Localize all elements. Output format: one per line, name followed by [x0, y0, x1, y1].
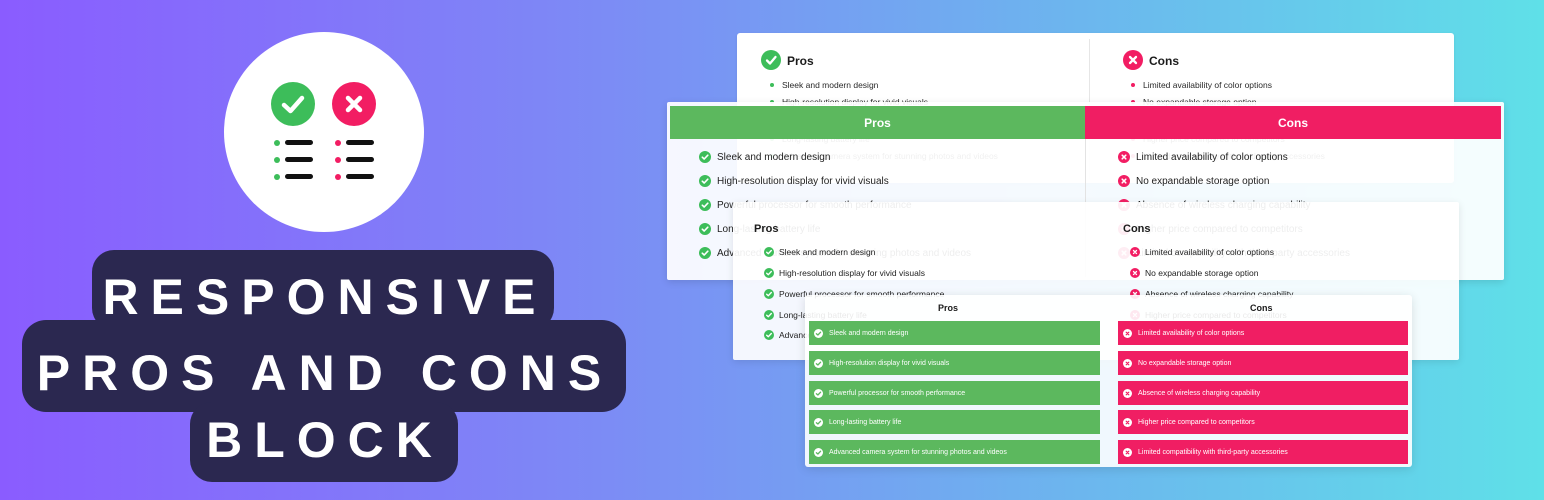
con-row: Higher price compared to competitors [1118, 410, 1408, 434]
list-dot-green [274, 157, 280, 163]
check-icon [764, 289, 774, 299]
check-icon [699, 223, 711, 235]
cons-heading: Cons [1123, 223, 1151, 235]
con-item: Limited availability of color options [1138, 329, 1245, 337]
list-dot-green [274, 174, 280, 180]
list-dot-green [274, 140, 280, 146]
cross-icon [1130, 247, 1140, 257]
check-icon [764, 247, 774, 257]
check-icon [814, 358, 823, 368]
cross-icon [1123, 50, 1143, 70]
pro-item: Advanced camera system for stunning phot… [829, 448, 1007, 456]
cons-header-bar: Cons [1085, 106, 1501, 139]
list-line [346, 140, 374, 145]
con-row: Limited compatibility with third-party a… [1118, 440, 1408, 464]
pro-row: Advanced camera system for stunning phot… [809, 440, 1100, 464]
con-item: No expandable storage option [1145, 268, 1259, 278]
cross-icon [1118, 175, 1130, 187]
con-row: No expandable storage option [1118, 351, 1408, 375]
check-icon [699, 151, 711, 163]
pros-heading: Pros [864, 115, 891, 130]
list-dot-red [335, 174, 341, 180]
con-item: Absence of wireless charging capability [1138, 389, 1261, 397]
check-icon [814, 328, 823, 338]
check-icon [814, 388, 823, 398]
cons-heading: Cons [1149, 54, 1179, 68]
pro-item: Sleek and modern design [829, 329, 909, 337]
pros-heading: Pros [938, 303, 959, 313]
cross-icon [1123, 417, 1132, 427]
list-dot-red [335, 157, 341, 163]
cross-icon [1123, 358, 1132, 368]
pro-item: Long-lasting battery life [829, 418, 902, 426]
con-row: Absence of wireless charging capability [1118, 381, 1408, 405]
con-item: Limited availability of color options [1136, 152, 1288, 163]
pro-item: Sleek and modern design [782, 80, 879, 90]
pro-item: High-resolution display for vivid visual… [779, 268, 925, 278]
check-icon [761, 50, 781, 70]
pro-item: Sleek and modern design [717, 152, 831, 163]
con-item: Limited availability of color options [1143, 80, 1272, 90]
cross-icon [1118, 151, 1130, 163]
list-line [285, 140, 313, 145]
check-icon [814, 417, 823, 427]
bullet [770, 83, 774, 87]
cross-icon [332, 82, 376, 126]
list-line [285, 157, 313, 162]
pro-row: High-resolution display for vivid visual… [809, 351, 1100, 375]
title-line-3: BLOCK [206, 412, 444, 468]
cons-heading: Cons [1250, 303, 1273, 313]
con-item: Higher price compared to competitors [1138, 418, 1255, 426]
con-item: No expandable storage option [1136, 176, 1270, 187]
check-icon [764, 330, 774, 340]
cross-icon [1130, 268, 1140, 278]
pro-item: Sleek and modern design [779, 247, 876, 257]
list-line [285, 174, 313, 179]
con-item: No expandable storage option [1138, 359, 1232, 367]
pro-item: High-resolution display for vivid visual… [829, 359, 950, 367]
check-icon [814, 447, 823, 457]
cross-icon [1123, 388, 1132, 398]
pros-header-bar: Pros [670, 106, 1085, 139]
con-item: Limited availability of color options [1145, 247, 1274, 257]
plugin-logo [224, 32, 424, 232]
con-row: Limited availability of color options [1118, 321, 1408, 345]
cross-icon [1123, 328, 1132, 338]
pro-row: Long-lasting battery life [809, 410, 1100, 434]
check-icon [699, 199, 711, 211]
title-line-2: PROS AND CONS [36, 345, 614, 401]
pro-row: Powerful processor for smooth performanc… [809, 381, 1100, 405]
list-line [346, 157, 374, 162]
pros-heading: Pros [754, 223, 779, 235]
list-line [346, 174, 374, 179]
con-item: Limited compatibility with third-party a… [1138, 448, 1288, 456]
pros-heading: Pros [787, 54, 814, 68]
pro-row: Sleek and modern design [809, 321, 1100, 345]
cons-heading: Cons [1278, 115, 1308, 130]
pro-item: Powerful processor for smooth performanc… [829, 389, 966, 397]
pro-item: High-resolution display for vivid visual… [717, 176, 889, 187]
cross-icon [1123, 447, 1132, 457]
pros-cons-card-row-bars: Pros Cons Sleek and modern design High-r… [805, 295, 1412, 467]
title-line-1: RESPONSIVE [102, 269, 548, 325]
list-dot-red [335, 140, 341, 146]
check-icon [764, 268, 774, 278]
check-icon [699, 247, 711, 259]
check-icon [699, 175, 711, 187]
check-icon [764, 310, 774, 320]
bullet [1131, 83, 1135, 87]
check-icon [271, 82, 315, 126]
